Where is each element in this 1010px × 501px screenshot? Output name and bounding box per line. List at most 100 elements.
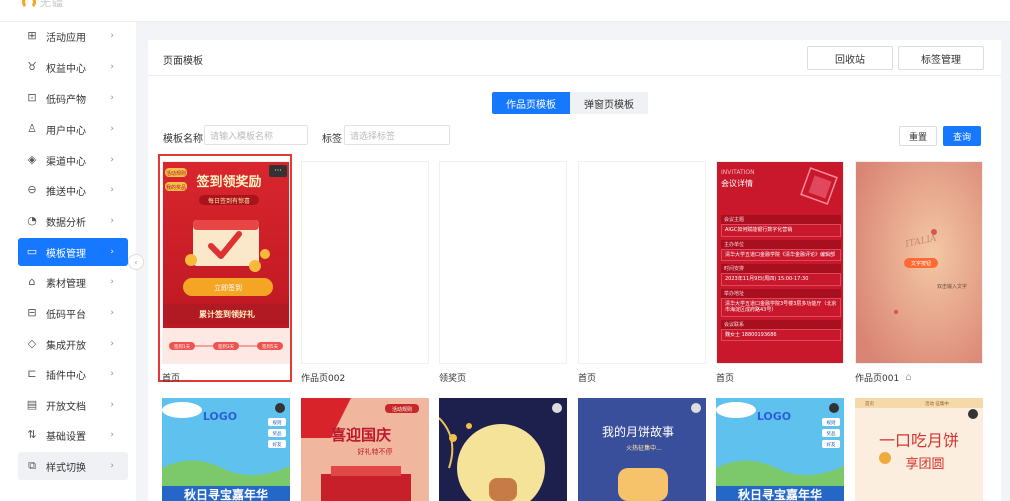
chevron-right-icon: › bbox=[110, 400, 114, 410]
tab-popup-templates[interactable]: 弹窗页模板 bbox=[570, 92, 648, 114]
card-subtitle: 每日签到有惊喜 bbox=[208, 197, 250, 205]
invitation-cn: 会议详情 bbox=[721, 178, 753, 188]
prize-tag-text: 我的奖品 bbox=[166, 184, 186, 191]
info-row-label: 会议主题 bbox=[721, 215, 841, 224]
template-card[interactable]: 首页 活动 征集中 一口吃月饼 享团圆 bbox=[855, 398, 983, 501]
mooncake-title: 一口吃月饼 bbox=[879, 431, 959, 450]
tab-page-templates[interactable]: 作品页模板 bbox=[492, 92, 570, 114]
sidebar-item-settings[interactable]: ⇅ 基础设置 › bbox=[18, 421, 128, 449]
card-sign-in-thumbnail: 活动规则 我的奖品 签到领奖励 ··· 每日签到有惊喜 立即签到 累计签到领好礼… bbox=[163, 162, 289, 363]
chevron-right-icon: › bbox=[110, 155, 114, 165]
rules-tag-text: 活动规则 bbox=[166, 170, 186, 177]
info-row-label: 会议联系 bbox=[721, 319, 841, 329]
sidebar-collapse-button[interactable]: ‹ bbox=[128, 254, 144, 270]
chevron-right-icon: › bbox=[110, 277, 114, 287]
card-mooncake-story-thumbnail: 我的月饼故事 火热征集中... bbox=[578, 398, 706, 501]
sidebar-item-label: 渠道中心 bbox=[46, 156, 86, 168]
card-label: 领奖页 bbox=[439, 374, 467, 384]
sidebar-item-template[interactable]: ▭ 模板管理 › bbox=[18, 238, 128, 266]
card-moon-thumbnail bbox=[439, 398, 567, 501]
grid-icon: ⊞ bbox=[27, 29, 37, 42]
sidebar-item-user[interactable]: ♙ 用户中心 › bbox=[18, 115, 128, 143]
sidebar-item-document[interactable]: ▤ 开放文档 › bbox=[18, 391, 128, 419]
sidebar-item-label: 插件中心 bbox=[46, 370, 86, 382]
template-card[interactable]: 活动规则 我的奖品 签到领奖励 ··· 每日签到有惊喜 立即签到 累计签到领好礼… bbox=[162, 161, 290, 364]
template-name-label: 模板名称 bbox=[163, 134, 203, 145]
sidebar-item-label: 开放文档 bbox=[46, 401, 86, 413]
sidebar-item-label: 低码产物 bbox=[46, 94, 86, 106]
chevron-right-icon: › bbox=[110, 31, 114, 41]
sign-in-button-text: 立即签到 bbox=[214, 283, 242, 292]
reset-button[interactable]: 重置 bbox=[899, 126, 937, 146]
sidebar-item-switch[interactable]: ⧉ 样式切换 › bbox=[18, 452, 128, 480]
sidebar-item-label: 活动应用 bbox=[46, 32, 86, 44]
chevron-right-icon: › bbox=[110, 461, 114, 471]
sidebar-item-lowcode[interactable]: ⊟ 低码平台 › bbox=[18, 299, 128, 327]
sidebar-item-material[interactable]: ⌂ 素材管理 › bbox=[18, 268, 128, 296]
template-card[interactable] bbox=[301, 161, 429, 364]
recycle-bin-button[interactable]: 回收站 bbox=[807, 46, 893, 70]
document-icon: ▤ bbox=[26, 398, 38, 411]
logo-text: LOGO bbox=[203, 410, 237, 423]
sidebar-item-label: 模板管理 bbox=[46, 248, 86, 260]
mooncake-story-sub: 火热征集中... bbox=[626, 444, 662, 452]
top-bar: 无疆 bbox=[0, 0, 1010, 22]
switch-icon: ⧉ bbox=[28, 459, 36, 472]
double-click-hint: 双击输入文字 bbox=[937, 283, 967, 290]
tag-select[interactable]: 请选择标签 bbox=[344, 125, 450, 145]
side-tag: 好友 bbox=[273, 441, 282, 448]
sidebar-item-pie-chart[interactable]: ◔ 数据分析 › bbox=[18, 207, 128, 235]
chevron-right-icon: › bbox=[110, 216, 114, 226]
gift-icon: ♉ bbox=[27, 60, 37, 73]
template-card[interactable]: LOGO 规则 奖品 好友 秋日寻宝嘉年华 bbox=[716, 398, 844, 501]
sidebar-item-layers[interactable]: ◇ 集成开放 › bbox=[18, 330, 128, 358]
template-type-tabs: 作品页模板 弹窗页模板 bbox=[492, 92, 648, 114]
sidebar-item-label: 用户中心 bbox=[46, 125, 86, 137]
template-card[interactable] bbox=[439, 398, 567, 501]
sidebar-item-label: 推送中心 bbox=[46, 186, 86, 198]
chevron-right-icon: › bbox=[110, 430, 114, 440]
chevron-right-icon: › bbox=[110, 369, 114, 379]
tag-icon[interactable]: ⌂ bbox=[905, 372, 911, 383]
sidebar-item-channel[interactable]: ◈ 渠道中心 › bbox=[18, 146, 128, 174]
sidebar-item-gift[interactable]: ♉ 权益中心 › bbox=[18, 53, 128, 81]
logo-mark-icon bbox=[22, 0, 36, 9]
template-card[interactable]: 活动规则 喜迎国庆 好礼特不停 bbox=[301, 398, 429, 501]
info-row-label: 举办地址 bbox=[721, 288, 841, 298]
app-logo[interactable]: 无疆 bbox=[22, 0, 64, 10]
text-button-label: 文字按钮 bbox=[911, 260, 931, 267]
logo-text: 无疆 bbox=[40, 0, 64, 9]
query-button[interactable]: 查询 bbox=[943, 126, 981, 146]
template-card[interactable]: INVITATION 会议详情 会议主题 AIGC如何赋能银行数字化营销 主办单位清… bbox=[716, 161, 844, 364]
template-card[interactable] bbox=[439, 161, 567, 364]
info-row-value: 2023年11月9日(周四) 15:00-17:30 bbox=[721, 273, 841, 286]
template-card[interactable]: ITALIA 文字按钮 双击输入文字 bbox=[855, 161, 983, 364]
template-card[interactable] bbox=[578, 161, 706, 364]
template-card[interactable]: LOGO 规则 奖品 好友 秋日寻宝嘉年华 bbox=[162, 398, 290, 501]
card-autumn-thumbnail: LOGO 规则 奖品 好友 秋日寻宝嘉年华 bbox=[716, 398, 844, 501]
template-name-input[interactable]: 请输入模板名称 bbox=[204, 125, 308, 145]
info-row-value: 清华大学五道口金融学院3号楼3层多功能厅（北京市海淀区成府路43号） bbox=[721, 297, 841, 317]
card-label-text: 作品页001 bbox=[855, 374, 900, 384]
step-3: 签到5天 bbox=[262, 343, 279, 350]
sidebar-item-grid[interactable]: ⊞ 活动应用 › bbox=[18, 22, 128, 50]
side-tag: 奖品 bbox=[827, 430, 836, 437]
sidebar-item-label: 基础设置 bbox=[46, 431, 86, 443]
channel-icon: ◈ bbox=[27, 153, 37, 166]
tag-manage-button[interactable]: 标签管理 bbox=[898, 46, 984, 70]
tag-label: 标签 bbox=[322, 134, 342, 145]
cumulative-banner: 累计签到领好礼 bbox=[199, 309, 255, 319]
card-national-day-thumbnail: 活动规则 喜迎国庆 好礼特不停 bbox=[301, 398, 429, 501]
card-label-with-tag: 作品页001 ⌂ bbox=[855, 371, 912, 384]
sidebar-item-plugin[interactable]: ⊏ 插件中心 › bbox=[18, 360, 128, 388]
page-title: 页面模板 bbox=[163, 56, 203, 67]
card-autumn-thumbnail: LOGO 规则 奖品 好友 秋日寻宝嘉年华 bbox=[162, 398, 290, 501]
top-link: 首页 bbox=[865, 400, 874, 407]
sidebar-item-code-box[interactable]: ⊡ 低码产物 › bbox=[18, 84, 128, 112]
bottom-title: 秋日寻宝嘉年华 bbox=[738, 487, 822, 501]
step-2: 签到3天 bbox=[218, 343, 235, 350]
push-icon: ⊖ bbox=[27, 183, 37, 196]
settings-icon: ⇅ bbox=[27, 428, 37, 441]
template-card[interactable]: 我的月饼故事 火热征集中... bbox=[578, 398, 706, 501]
sidebar-item-push[interactable]: ⊖ 推送中心 › bbox=[18, 176, 128, 204]
